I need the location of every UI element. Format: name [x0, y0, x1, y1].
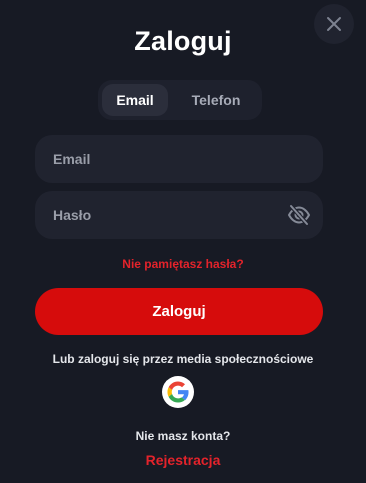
email-field[interactable] — [35, 135, 323, 183]
password-field[interactable] — [35, 191, 323, 239]
password-input[interactable] — [51, 206, 307, 224]
social-login-text: Lub zaloguj się przez media społeczności… — [52, 352, 314, 366]
register-link[interactable]: Rejestracja — [0, 452, 366, 468]
login-modal: Zaloguj Email Telefon Nie pamiętasz hasł… — [0, 0, 366, 483]
google-login-button[interactable] — [162, 376, 194, 408]
forgot-password-link[interactable]: Nie pamiętasz hasła? — [0, 257, 366, 271]
login-method-tabs: Email Telefon — [98, 80, 262, 120]
page-title: Zaloguj — [134, 26, 232, 56]
eye-off-icon[interactable] — [287, 203, 311, 227]
tab-phone[interactable]: Telefon — [178, 84, 254, 116]
no-account-text: Nie masz konta? — [135, 429, 231, 443]
tab-email[interactable]: Email — [102, 84, 168, 116]
email-input[interactable] — [51, 150, 307, 168]
login-button[interactable]: Zaloguj — [35, 288, 323, 335]
google-icon — [167, 381, 189, 403]
